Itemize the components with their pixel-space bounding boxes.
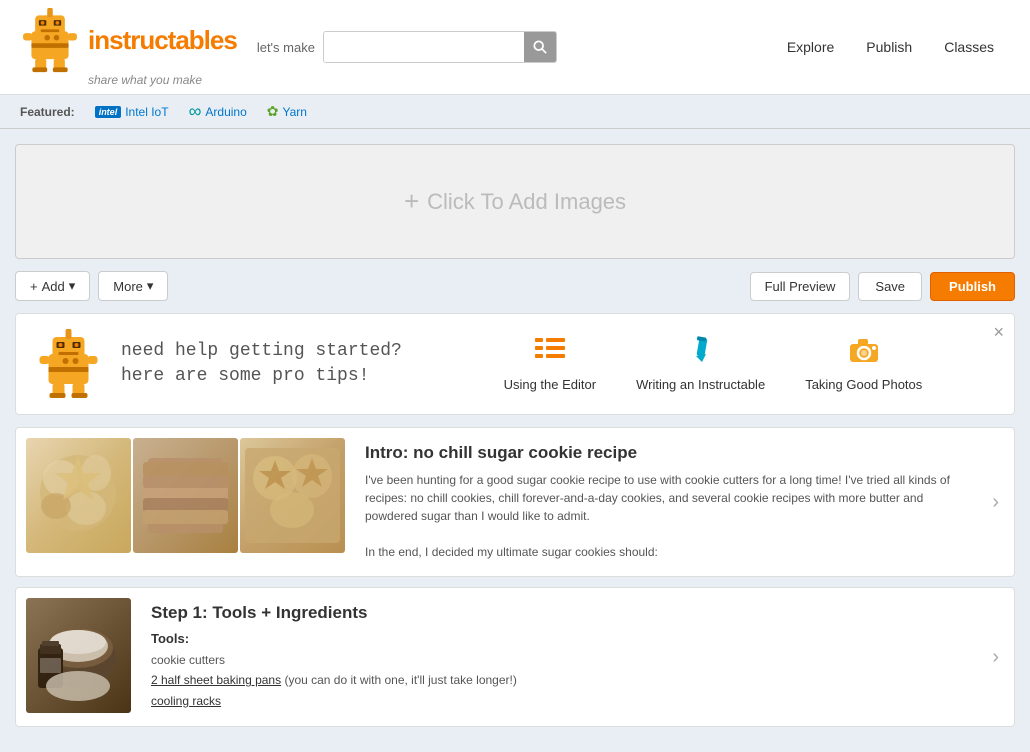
ingredients-image[interactable] [26,598,131,713]
save-button[interactable]: Save [858,272,922,301]
ingredients-svg [26,598,131,713]
help-line1: need help getting started? [121,339,402,364]
intro-card-arrow[interactable]: › [977,428,1014,576]
search-icon [533,40,547,54]
intro-card: Intro: no chill sugar cookie recipe I've… [15,427,1015,577]
image-upload-label: Click To Add Images [427,189,626,215]
publish-button[interactable]: Publish [930,272,1015,301]
header: instructables share what you make let's … [0,0,1030,95]
search-input[interactable] [324,32,524,62]
intro-card-title[interactable]: Intro: no chill sugar cookie recipe [365,443,962,463]
step1-card-arrow[interactable]: › [977,588,1014,726]
search-bar [323,31,557,63]
toolbar-left: + Add ▾ More ▾ [15,271,168,301]
list-icon [535,336,565,364]
logo-row: instructables [20,8,237,73]
baking-pans-link[interactable]: 2 half sheet baking pans [151,673,281,687]
featured-bar: Featured: intel Intel IoT ∞ Arduino ✿ Ya… [0,95,1030,129]
cookie-svg-2 [133,438,238,553]
tool-item-1: cookie cutters [151,650,962,670]
add-button[interactable]: + Add ▾ [15,271,90,301]
tools-list: cookie cutters 2 half sheet baking pans … [151,650,962,711]
tip-writing-label: Writing an Instructable [636,377,765,392]
intro-card-content: Intro: no chill sugar cookie recipe I've… [355,428,977,576]
add-plus-icon: + [30,279,38,294]
featured-yarn[interactable]: ✿ Yarn [267,103,307,120]
yarn-label: Yarn [283,105,307,119]
toolbar: + Add ▾ More ▾ Full Preview Save Publish [15,271,1015,301]
toolbar-right: Full Preview Save Publish [750,272,1015,301]
cookie-image-3[interactable] [240,438,345,553]
main-content: + Click To Add Images + Add ▾ More ▾ Ful… [0,129,1030,752]
intro-images [16,428,355,576]
tool-item-2: 2 half sheet baking pans (you can do it … [151,670,962,690]
featured-intel[interactable]: intel Intel IoT [95,105,169,119]
camera-svg-icon [848,336,880,364]
tool-item-3: cooling racks [151,691,962,711]
lets-make-label: let's make [257,40,315,55]
pencil-svg-icon [688,336,714,364]
help-tips: Using the Editor Writing an Instructable [432,336,994,392]
editor-list-icon [535,336,565,371]
arduino-label: Arduino [205,105,246,119]
publish-nav-button[interactable]: Publish [850,33,928,61]
help-close-button[interactable]: × [993,322,1004,343]
tip-photos[interactable]: Taking Good Photos [805,336,922,392]
classes-nav-button[interactable]: Classes [928,33,1010,61]
tip-editor-label: Using the Editor [504,377,597,392]
arduino-icon: ∞ [189,101,202,122]
image-upload-area[interactable]: + Click To Add Images [15,144,1015,259]
explore-nav-button[interactable]: Explore [771,33,850,61]
tools-label: Tools: [151,631,962,646]
more-chevron-icon: ▾ [147,278,154,294]
step1-card-content: Step 1: Tools + Ingredients Tools: cooki… [141,588,977,726]
cookie-image-2[interactable] [133,438,238,553]
yarn-icon: ✿ [267,103,279,120]
more-button[interactable]: More ▾ [98,271,168,301]
logo-text: instructables [88,25,237,56]
step1-card-title[interactable]: Step 1: Tools + Ingredients [151,603,962,623]
help-panel: need help getting started? here are some… [15,313,1015,415]
tip-writing[interactable]: Writing an Instructable [636,336,765,392]
featured-arduino[interactable]: ∞ Arduino [189,101,247,122]
featured-label: Featured: [20,105,75,119]
intel-icon: intel [95,106,122,118]
tip-photos-label: Taking Good Photos [805,377,922,392]
help-robot-icon [36,329,101,399]
tip-editor[interactable]: Using the Editor [504,336,597,392]
robot-logo-icon [20,8,80,73]
help-line2: here are some pro tips! [121,364,402,389]
intel-label: Intel IoT [125,105,168,119]
pencil-icon [688,336,714,371]
step1-images [16,588,141,726]
plus-icon: + [404,186,419,217]
logo-area: instructables share what you make [20,8,237,87]
search-button[interactable] [524,32,556,62]
add-label: Add [42,279,65,294]
help-text: need help getting started? here are some… [121,339,402,389]
step1-card: Step 1: Tools + Ingredients Tools: cooki… [15,587,1015,727]
full-preview-button[interactable]: Full Preview [750,272,851,301]
cookie-svg-1 [26,438,131,553]
cooling-racks-link[interactable]: cooling racks [151,694,221,708]
nav-buttons: Explore Publish Classes [771,33,1010,61]
add-chevron-icon: ▾ [69,278,76,294]
more-label: More [113,279,143,294]
tagline: share what you make [88,73,202,87]
intro-card-text: I've been hunting for a good sugar cooki… [365,471,962,561]
cookie-image-1[interactable] [26,438,131,553]
camera-icon [848,336,880,371]
cookie-svg-3 [240,438,345,553]
